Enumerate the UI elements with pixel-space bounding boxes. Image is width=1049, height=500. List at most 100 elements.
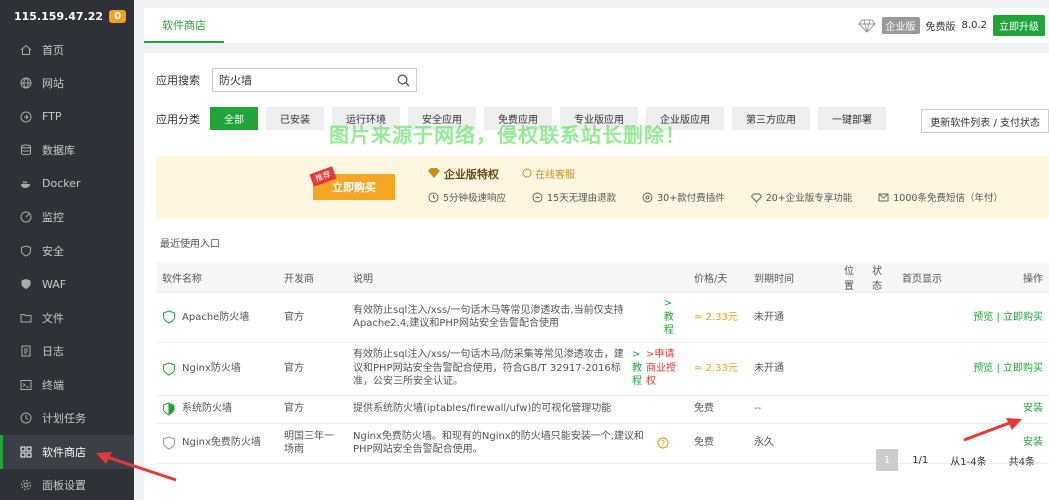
chat-icon [522,168,532,178]
main-area: 软件商店 企业版 免费版 8.0.2 立即升级 应用搜索 防火墙 应用分类 全部… [134,0,1049,500]
sidebar-item-security[interactable]: 安全 [0,234,134,268]
software-description: Nginx免费防火墙。和现有的Nginx的防火墙只能安装一个,建议和PHP网站安… [353,430,682,457]
preview-link[interactable]: 预览 [973,363,993,374]
enterprise-banner: 立即购买 推荐 企业版特权 在线客服 5分钟极速响应 15天无理由退款 30+款… [156,156,1049,218]
sidebar-item-label: 日志 [42,345,64,359]
software-developer: 官方 [278,342,347,396]
sidebar-item-waf[interactable]: WAF [0,268,134,302]
search-row: 应用搜索 防火墙 [156,68,417,92]
clock-icon [428,192,439,202]
server-header: 115.159.47.22 0 [0,0,134,33]
software-expire: 永久 [748,423,838,464]
update-list-button[interactable]: 更新软件列表 / 支付状态 [921,109,1049,133]
buy-link[interactable]: 立即购买 [1003,363,1043,374]
sidebar-item-ftp[interactable]: FTP [0,100,134,134]
col-home-display: 首页显示 [896,262,956,293]
waf-shield-icon [163,361,175,376]
tutorial-link[interactable]: >教程 [632,348,642,389]
software-location [838,423,866,464]
svg-text:?: ? [661,439,665,448]
sidebar-item-label: 计划任务 [42,412,86,426]
sidebar-item-files[interactable]: 文件 [0,301,134,335]
perk-label: 30+款付费插件 [657,193,725,204]
log-icon [21,345,31,357]
sidebar-item-app-store[interactable]: 软件商店 [0,435,134,469]
description-text: 有效防止sql注入/xss/一句话木马等常见渗透攻击,当前仅支持Apache2.… [353,304,624,330]
category-free[interactable]: 免费应用 [484,107,552,130]
tutorial-link[interactable]: >教程 [664,297,682,338]
search-input[interactable]: 防火墙 [212,68,417,92]
sidebar-item-website[interactable]: 网站 [0,67,134,101]
software-developer: 官方 [278,292,347,343]
home-icon [20,44,32,55]
category-pro[interactable]: 专业版应用 [560,107,638,130]
category-runtime[interactable]: 运行环境 [332,107,400,130]
software-home-display [896,342,956,396]
category-security[interactable]: 安全应用 [408,107,476,130]
software-location [838,342,866,396]
buy-link[interactable]: 立即购买 [1003,312,1043,323]
sidebar-item-logs[interactable]: 日志 [0,335,134,369]
sidebar-item-panel-settings[interactable]: 面板设置 [0,469,134,500]
software-location [838,395,866,424]
tab-app-store[interactable]: 软件商店 [144,8,224,43]
ftp-icon [20,111,32,123]
description-text: Nginx免费防火墙。和现有的Nginx的防火墙只能安装一个,建议和PHP网站安… [353,430,644,456]
sidebar-item-label: 软件商店 [42,445,86,459]
category-enterprise[interactable]: 企业版应用 [646,107,724,130]
col-description: 说明 [347,262,688,293]
server-ip: 115.159.47.22 [14,10,104,23]
sidebar-item-terminal[interactable]: 终端 [0,368,134,402]
sidebar-item-docker[interactable]: Docker [0,167,134,201]
category-one-click[interactable]: 一键部署 [818,107,886,130]
waf-shield-icon [163,436,175,450]
help-icon[interactable]: ? [657,437,669,449]
table-header-row: 软件名称 开发商 说明 价格/天 到期时间 位置 状态 首页显示 操作 [156,262,1049,293]
col-developer: 开发商 [278,262,347,293]
software-actions: 预览 | 立即购买 [956,342,1049,396]
sidebar: 115.159.47.22 0 首页 网站 FTP 数据库 Docker 监控 … [0,0,134,500]
table-row: Apache防火墙 官方 有效防止sql注入/xss/一句话木马等常见渗透攻击,… [156,292,1049,343]
page-current[interactable]: 1 [875,449,899,471]
online-service-link[interactable]: 在线客服 [522,166,575,181]
software-price: ≈ 2.33元 [688,342,748,396]
sidebar-item-database[interactable]: 数据库 [0,134,134,168]
perk-item: 20+企业版专享功能 [750,190,852,204]
software-home-display [896,395,956,424]
category-all[interactable]: 全部 [210,107,258,130]
software-name: Apache防火墙 [162,310,272,324]
software-description: 有效防止sql注入/xss/一句话木马等常见渗透攻击,当前仅支持Apache2.… [353,297,682,338]
software-description: 提供系统防火墙(iptables/firewall/ufw)的可视化管理功能 [347,395,688,424]
perk-label: 15天无理由退款 [547,193,617,204]
perk-item: 1000条免费短信（年付） [878,190,1003,204]
sidebar-item-home[interactable]: 首页 [0,33,134,67]
software-price: 免费 [688,423,748,464]
category-third-party[interactable]: 第三方应用 [732,107,810,130]
top-bar: 软件商店 企业版 免费版 8.0.2 立即升级 [144,8,1049,43]
software-description: 有效防止sql注入/xss/一句话木马/防采集等常见渗透攻击，建议和PHP网站安… [353,348,682,389]
perks-list: 5分钟极速响应 15天无理由退款 30+款付费插件 20+企业版专享功能 100… [428,190,1029,204]
sidebar-item-monitor[interactable]: 监控 [0,201,134,235]
software-name-label: Apache防火墙 [182,311,250,323]
search-value: 防火墙 [219,74,252,87]
version-number: 8.0.2 [961,20,987,31]
upgrade-button[interactable]: 立即升级 [993,15,1045,36]
globe-icon [20,77,32,89]
preview-link[interactable]: 预览 [973,312,993,323]
store-content: 应用搜索 防火墙 应用分类 全部 已安装 运行环境 安全应用 免费应用 专业版应… [144,53,1049,500]
install-button[interactable]: 安装 [956,395,1049,424]
sidebar-item-cron[interactable]: 计划任务 [0,402,134,436]
software-developer: 官方 [278,395,347,424]
page-count: 1/1 [912,454,929,466]
category-installed[interactable]: 已安装 [266,107,324,130]
software-table: 软件名称 开发商 说明 价格/天 到期时间 位置 状态 首页显示 操作 Apac… [156,262,1049,464]
software-name-label: Nginx防火墙 [182,362,241,374]
license-link[interactable]: >申请商业授权 [646,348,682,389]
grid-icon [20,446,32,458]
search-icon[interactable] [397,74,410,87]
waf-shield-icon [163,310,175,324]
notification-badge[interactable]: 0 [109,10,127,23]
waf-icon [21,279,31,290]
free-edition-label: 免费版 [925,22,956,33]
software-status [866,292,896,343]
